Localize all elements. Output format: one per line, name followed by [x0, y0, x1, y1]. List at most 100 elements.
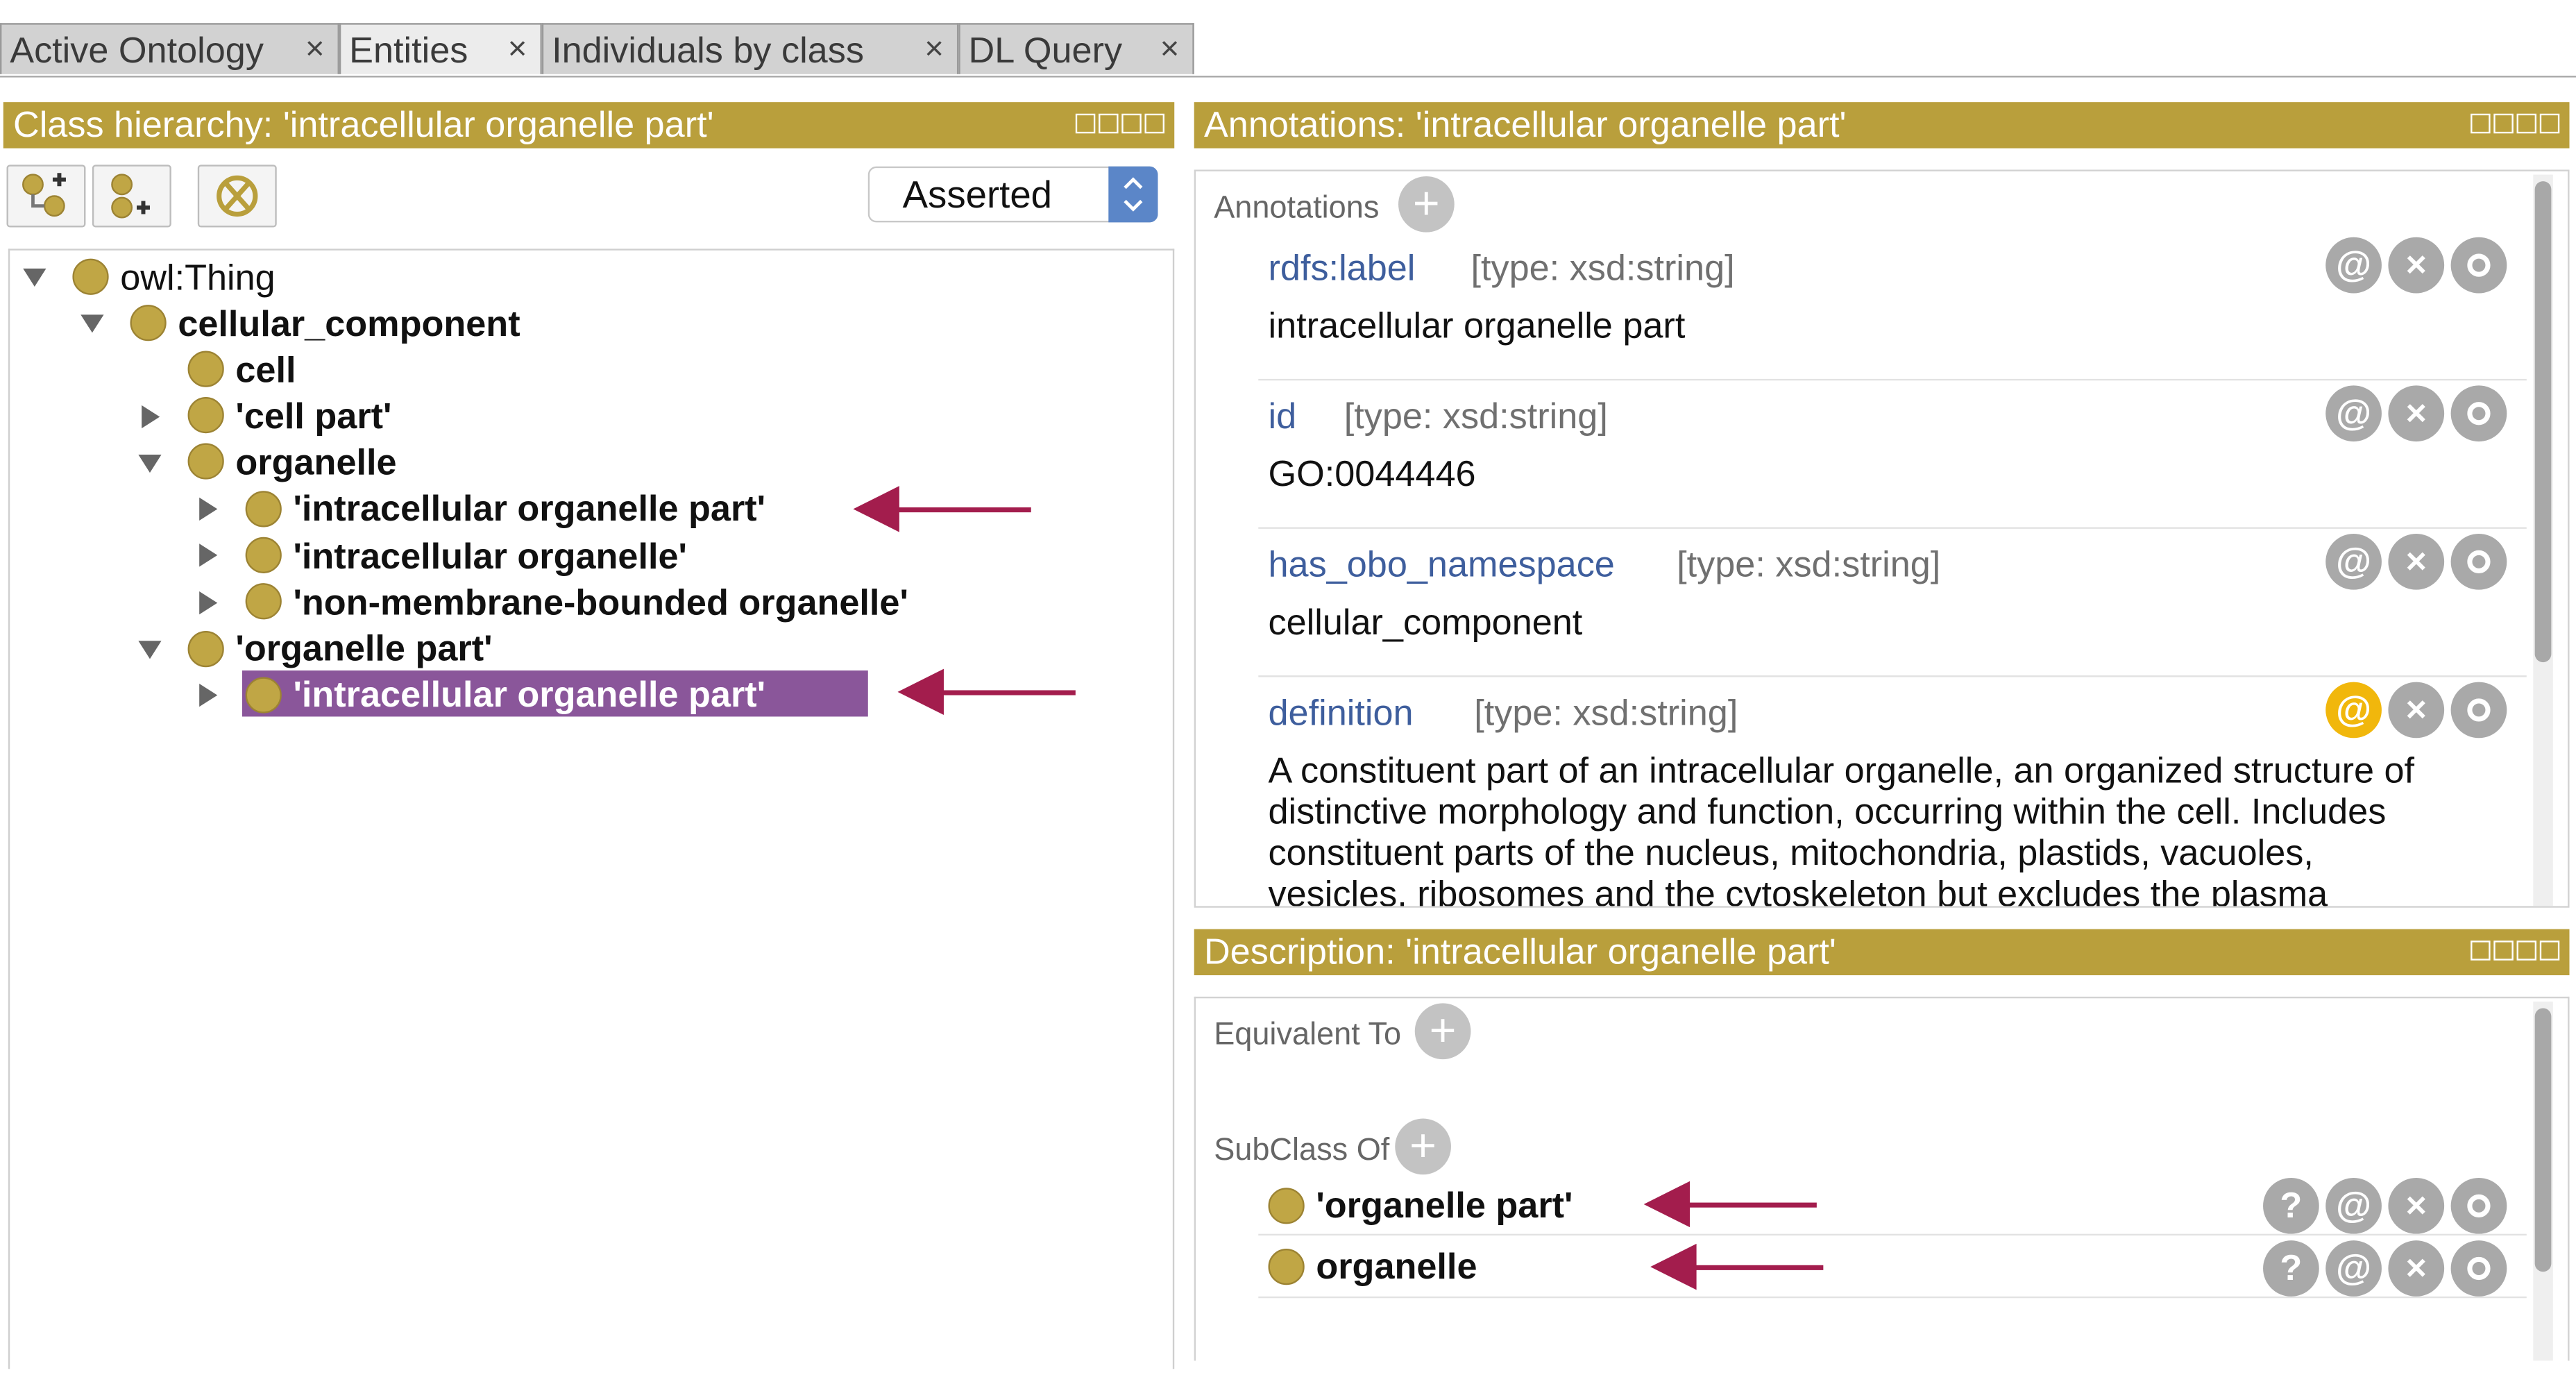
tree-node[interactable]: 'cell part': [235, 394, 391, 439]
close-icon[interactable]: ×: [508, 25, 527, 76]
description-list[interactable]: Equivalent To + SubClass Of + 'organelle…: [1194, 996, 2570, 1361]
delete-button[interactable]: ×: [2388, 385, 2445, 442]
edit-button[interactable]: [2450, 533, 2507, 590]
collapse-icon[interactable]: [80, 314, 104, 333]
window-controls: [2471, 113, 2560, 137]
close-icon[interactable]: ×: [305, 25, 325, 76]
edit-button[interactable]: [2450, 385, 2507, 442]
tree-node[interactable]: 'intracellular organelle': [293, 534, 687, 580]
edit-button[interactable]: [2450, 1240, 2507, 1297]
annotation-property[interactable]: id: [1269, 396, 1297, 439]
collapse-icon[interactable]: [138, 455, 162, 473]
tree-node[interactable]: 'non-membrane-bounded organelle': [293, 580, 908, 625]
annotate-button[interactable]: @: [2325, 533, 2382, 590]
edit-button[interactable]: [2450, 1177, 2507, 1234]
add-equivalent-button[interactable]: +: [1414, 1003, 1471, 1060]
class-hierarchy-header: Class hierarchy: 'intracellular organell…: [3, 102, 1175, 149]
annotations-header: Annotations: 'intracellular organelle pa…: [1194, 102, 2570, 149]
annotation-value: GO:0044446: [1268, 453, 1476, 495]
split-icon[interactable]: [2471, 113, 2491, 134]
class-tree[interactable]: owl:Thing cellular_component cell 'cell …: [8, 248, 1175, 1369]
close-view-icon[interactable]: [1144, 113, 1164, 134]
annotate-button[interactable]: @: [2325, 1240, 2382, 1297]
scrollbar[interactable]: [2533, 174, 2553, 906]
tree-node-label: cellular_component: [178, 303, 520, 345]
split-icon[interactable]: [2471, 940, 2491, 961]
tree-node-label: 'cell part': [235, 395, 392, 437]
tree-node-label: cell: [235, 349, 296, 391]
tree-node-selected-text[interactable]: 'intracellular organelle part': [293, 672, 765, 718]
edit-button[interactable]: [2450, 237, 2507, 294]
superclass-item[interactable]: 'organelle part': [1316, 1183, 1573, 1229]
delete-button[interactable]: ×: [2388, 533, 2445, 590]
add-superclass-button[interactable]: +: [1395, 1118, 1451, 1175]
tab-dl-query[interactable]: DL Query ×: [958, 23, 1194, 74]
description-header: Description: 'intracellular organelle pa…: [1194, 929, 2570, 976]
delete-class-button[interactable]: [197, 165, 277, 228]
minimize-icon[interactable]: [2493, 113, 2514, 134]
expand-icon[interactable]: [142, 405, 160, 429]
expand-icon[interactable]: [199, 543, 218, 567]
annotation-property[interactable]: rdfs:label: [1269, 247, 1416, 290]
expand-icon[interactable]: [199, 497, 218, 521]
annotation-property[interactable]: definition: [1269, 692, 1414, 735]
superclass-item[interactable]: organelle: [1316, 1244, 1477, 1290]
explain-button[interactable]: ?: [2263, 1177, 2319, 1234]
expand-icon[interactable]: [199, 591, 218, 615]
class-icon: [1268, 1249, 1305, 1285]
tree-node-label: 'organelle part': [235, 627, 493, 669]
class-icon: [245, 537, 282, 573]
delete-button[interactable]: ×: [2388, 1177, 2445, 1234]
split-icon[interactable]: [1075, 113, 1096, 134]
tab-active-ontology[interactable]: Active Ontology ×: [0, 23, 339, 74]
row-divider: [1258, 1296, 2527, 1299]
tree-node[interactable]: owl:Thing: [120, 255, 275, 301]
maximize-icon[interactable]: [1121, 113, 1142, 134]
class-icon: [187, 443, 224, 480]
add-subclass-button[interactable]: [6, 165, 86, 228]
edit-button[interactable]: [2450, 682, 2507, 739]
collapse-icon[interactable]: [138, 641, 162, 659]
delete-button[interactable]: ×: [2388, 237, 2445, 294]
annotate-button[interactable]: @: [2325, 385, 2382, 442]
close-icon[interactable]: ×: [924, 25, 944, 76]
maximize-icon[interactable]: [2516, 113, 2537, 134]
maximize-icon[interactable]: [2516, 940, 2537, 961]
minimize-icon[interactable]: [2493, 940, 2514, 961]
superclass-label: 'organelle part': [1316, 1184, 1573, 1226]
scrollbar-thumb[interactable]: [2534, 1008, 2552, 1272]
tree-node[interactable]: cellular_component: [178, 301, 520, 347]
annotation-value: A constituent part of an intracellular o…: [1269, 750, 2537, 906]
collapse-icon[interactable]: [23, 268, 46, 287]
hierarchy-mode-select[interactable]: Asserted: [867, 166, 1158, 223]
annotations-list[interactable]: Annotations + rdfs:label [type: xsd:stri…: [1194, 169, 2570, 908]
delete-button[interactable]: ×: [2388, 1240, 2445, 1297]
scrollbar-thumb[interactable]: [2534, 181, 2552, 663]
class-icon: [1268, 1188, 1305, 1224]
delete-button[interactable]: ×: [2388, 682, 2445, 739]
explain-button[interactable]: ?: [2263, 1240, 2319, 1297]
tree-node[interactable]: cell: [235, 348, 296, 394]
annotate-button[interactable]: @: [2325, 1177, 2382, 1234]
tree-node-label: 'intracellular organelle': [293, 535, 687, 577]
tree-node[interactable]: 'organelle part': [235, 626, 492, 672]
annotate-button[interactable]: @: [2325, 237, 2382, 294]
window-controls: [1075, 113, 1164, 137]
annotate-button-highlighted[interactable]: @: [2325, 682, 2382, 739]
close-icon[interactable]: ×: [1160, 25, 1180, 76]
tab-individuals-by-class[interactable]: Individuals by class ×: [541, 23, 959, 76]
tree-node[interactable]: 'intracellular organelle part': [293, 486, 765, 532]
add-annotation-button[interactable]: +: [1398, 176, 1455, 233]
tab-divider: [0, 76, 2576, 78]
expand-icon[interactable]: [199, 683, 218, 707]
add-sibling-button[interactable]: [92, 165, 171, 228]
minimize-icon[interactable]: [1099, 113, 1119, 134]
annotation-property[interactable]: has_obo_namespace: [1269, 543, 1615, 587]
tab-entities[interactable]: Entities ×: [339, 23, 542, 74]
class-icon: [72, 258, 109, 295]
scrollbar[interactable]: [2533, 1002, 2553, 1361]
close-view-icon[interactable]: [2539, 940, 2560, 961]
close-view-icon[interactable]: [2539, 113, 2560, 134]
class-icon: [245, 583, 282, 620]
tree-node[interactable]: organelle: [235, 440, 396, 486]
